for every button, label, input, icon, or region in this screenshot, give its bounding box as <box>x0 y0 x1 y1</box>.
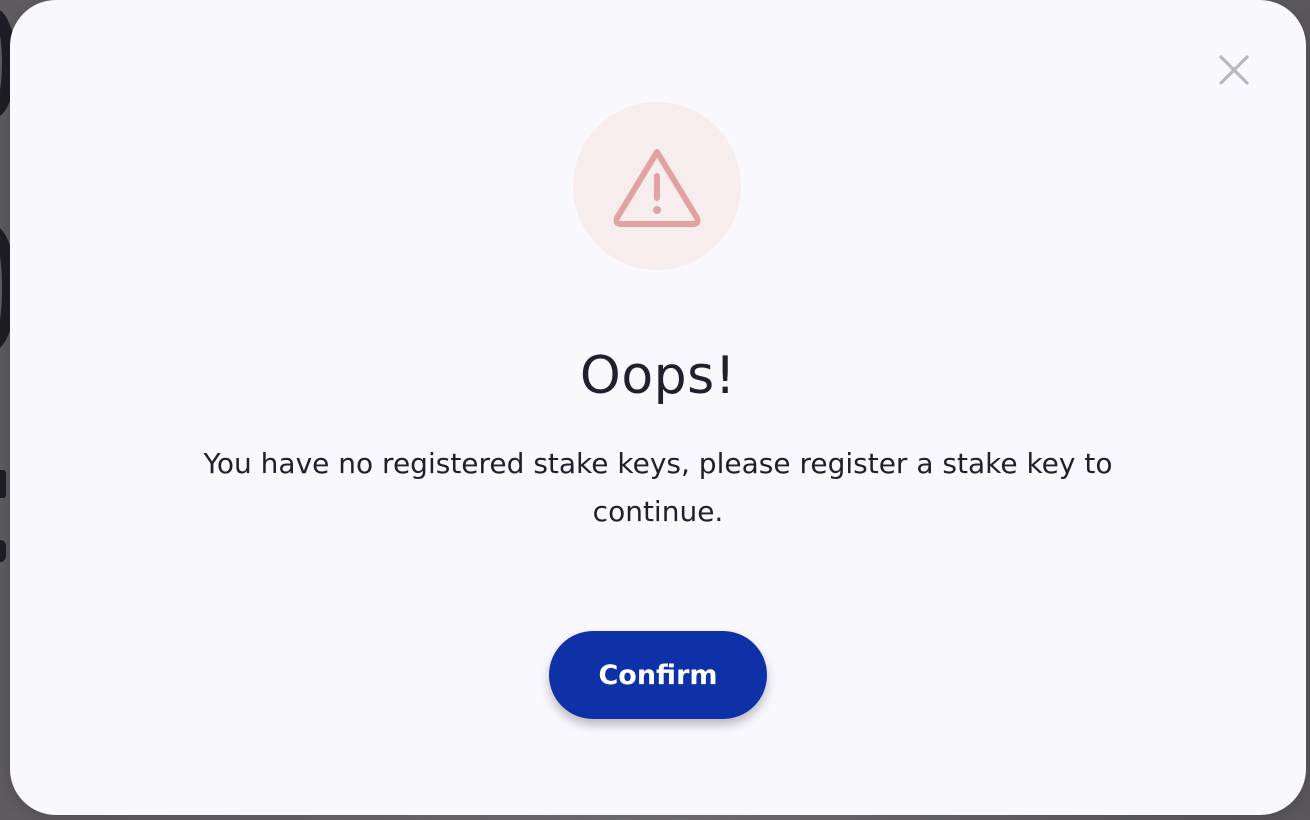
confirm-button[interactable]: Confirm <box>549 631 767 719</box>
error-dialog: Oops! You have no registered stake keys,… <box>10 0 1306 815</box>
close-icon <box>1219 55 1249 85</box>
alert-badge <box>573 102 741 270</box>
warning-triangle-icon <box>613 149 701 227</box>
dialog-title: Oops! <box>579 346 737 406</box>
dialog-message: You have no registered stake keys, pleas… <box>203 447 1113 528</box>
close-button[interactable] <box>1212 48 1256 92</box>
background-glyph <box>0 470 6 498</box>
background-glyph <box>0 540 6 562</box>
